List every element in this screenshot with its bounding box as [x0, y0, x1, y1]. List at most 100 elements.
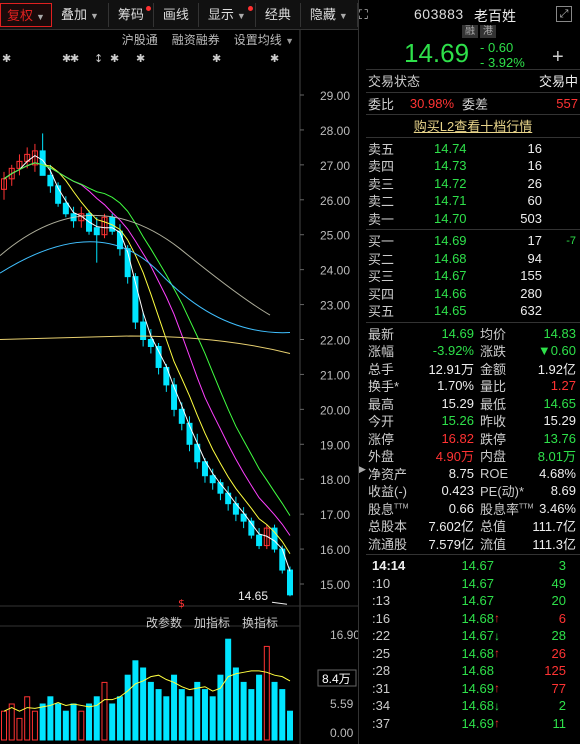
sell-level[interactable]: 卖三 14.72 26 [366, 175, 580, 193]
price-tick-label: 28.00 [320, 124, 350, 138]
quote-label: 股息TTM [368, 501, 409, 517]
stock-name: 老百姓 [474, 8, 516, 24]
add-indicator-button[interactable]: 加指标 [194, 614, 230, 631]
quote-label: 换手* [368, 379, 400, 395]
volume-bar [8, 703, 15, 741]
tick-time: :25 [372, 645, 391, 661]
buy-level[interactable]: 买五 14.65 632 [366, 302, 580, 320]
quote-label: 昨收 [480, 414, 507, 430]
marker-icon: ✱ [212, 52, 221, 65]
volume-bar [232, 667, 239, 741]
volume-bar [178, 689, 185, 741]
level-label: 卖五 [368, 141, 395, 157]
up-arrow-icon: ↑ [494, 681, 500, 696]
l2-upgrade-link[interactable]: 购买L2查看十档行情 [366, 117, 580, 135]
volume-bar [55, 703, 62, 741]
hk-connect-badge: 港 [480, 25, 496, 38]
last-price: 14.69 [404, 38, 470, 68]
change-params-button[interactable]: 改参数 [146, 614, 182, 631]
ratio-row: 委比 30.98% 委差 557 [368, 95, 578, 112]
quote-label: 涨跌 [480, 344, 507, 360]
tick-price: 14.67 [461, 558, 494, 574]
hide-button[interactable]: 隐藏 ▼ [301, 2, 358, 27]
quote-value: 12.91万 [428, 361, 474, 377]
chips-button[interactable]: 筹码 [109, 2, 154, 27]
tick-price: 14.68 [461, 663, 494, 679]
quote-row: 最高 15.29 最低 14.65 [366, 395, 580, 413]
volume-bar [271, 681, 278, 741]
volume-bar [93, 696, 100, 741]
buy-level[interactable]: 买四 14.66 280 [366, 285, 580, 303]
candle-body [147, 339, 154, 347]
quote-value: 0.66 [448, 500, 474, 516]
quote-value: 15.26 [441, 413, 474, 429]
tick-volume: 28 [551, 628, 566, 644]
level-price: 14.65 [434, 303, 467, 319]
volume-bar [140, 667, 147, 741]
level-volume: 17 [527, 233, 542, 249]
quote-row: 净资产 8.75 ROE 4.68% [366, 465, 580, 483]
quote-value: 4.68% [539, 465, 576, 481]
sell-level[interactable]: 卖五 14.74 16 [366, 140, 580, 158]
quote-label: 涨停 [368, 431, 395, 447]
expand-icon[interactable]: ⤢ [556, 6, 572, 22]
tick-row: 14:14 14.67 3 [366, 557, 580, 575]
ma-line [3, 154, 291, 572]
fuquan-button[interactable]: 复权 ▼ [0, 2, 52, 27]
candle-body [47, 174, 54, 187]
tick-volume: 125 [544, 663, 566, 679]
price-tick-label: 23.00 [320, 299, 350, 313]
volume-bar [24, 696, 31, 741]
tick-time: :28 [372, 663, 391, 679]
volume-bar [39, 703, 46, 741]
quote-row: 外盘 4.90万 内盘 8.01万 [366, 447, 580, 465]
volume-tick-label: 8.4万 [322, 672, 351, 686]
volume-bar [1, 710, 7, 741]
volume-bar [132, 660, 139, 741]
sell-orderbook: 卖五 14.74 16 卖四 14.73 16 卖三 14.72 26 卖二 14.71 60 卖一 14… [366, 138, 580, 230]
tick-row: :10 14.67 49 [366, 575, 580, 593]
sell-level[interactable]: 卖四 14.73 16 [366, 157, 580, 175]
price-tick-label: 20.00 [320, 403, 350, 417]
tick-price: 14.69 [461, 715, 494, 731]
volume-bar [225, 638, 232, 741]
level-volume: 16 [527, 158, 542, 174]
marker-icon: ↕ [94, 52, 103, 65]
display-button[interactable]: 显示 ▼ [199, 2, 256, 27]
switch-indicator-button[interactable]: 换指标 [242, 614, 278, 631]
collapse-arrow-icon[interactable]: ▶ [359, 456, 366, 482]
level-price: 14.71 [434, 193, 467, 209]
price-tick-label: 16.00 [320, 543, 350, 557]
level-price: 14.67 [434, 268, 467, 284]
add-watchlist-icon[interactable]: + [552, 46, 564, 69]
volume-bar [31, 710, 38, 741]
low-price-label: 14.65 [238, 589, 268, 603]
candle-body [155, 345, 162, 368]
sell-level[interactable]: 卖二 14.71 60 [366, 192, 580, 210]
volume-bar [209, 696, 216, 741]
buy-level[interactable]: 买一 14.69 17 -7 [366, 232, 580, 250]
classic-button[interactable]: 经典 [256, 2, 301, 27]
tick-list[interactable]: 14:14 14.67 3:10 14.67 49:13 14.67 20:16 14.68 ↑… [366, 557, 580, 732]
tick-row: :25 14.68 ↑ 26 [366, 645, 580, 663]
level-volume: 26 [527, 175, 542, 191]
tick-price: 14.68 [461, 645, 494, 661]
overlay-button[interactable]: 叠加 ▼ [52, 2, 109, 27]
tick-row: :37 14.69 ↑ 11 [366, 715, 580, 733]
candle-body [279, 548, 286, 571]
candle-body [62, 202, 69, 215]
level-label: 买五 [368, 304, 395, 320]
tick-volume: 3 [558, 558, 566, 574]
draw-line-button[interactable]: 画线 [154, 2, 199, 27]
volume-bar [240, 681, 247, 741]
tick-time: :37 [372, 715, 391, 731]
notification-dot [247, 5, 253, 11]
quote-value: 15.29 [543, 413, 576, 429]
kline-chart[interactable]: 29.00 28.00 27.00 26.00 25.00 24.00 23.00 22.00… [0, 30, 358, 744]
buy-level[interactable]: 买三 14.67 155 [366, 267, 580, 285]
marker-icon: ✱ [70, 52, 79, 65]
sell-level[interactable]: 卖一 14.70 503 [366, 210, 580, 228]
buy-level[interactable]: 买二 14.68 94 [366, 250, 580, 268]
quote-value: 1.92亿 [537, 361, 576, 377]
volume-tick-label: 16.90 [330, 628, 358, 642]
